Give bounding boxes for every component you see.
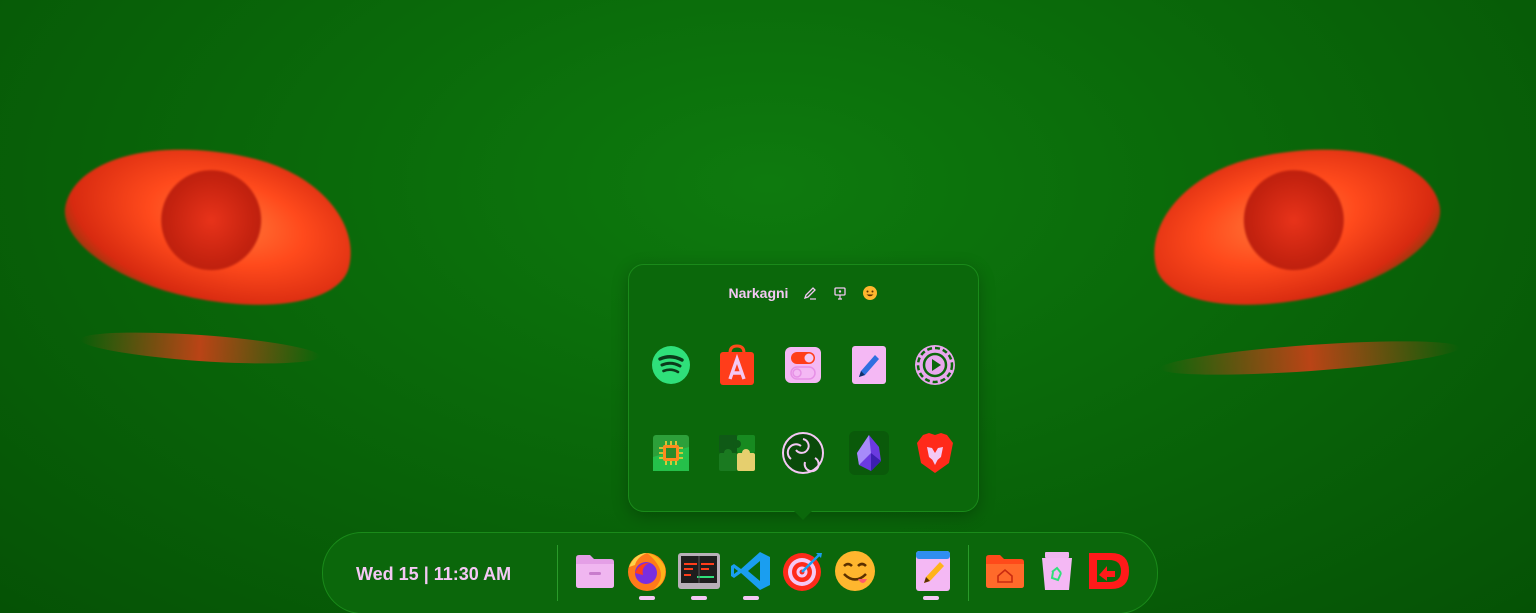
emoji-picker-icon[interactable]: [833, 549, 877, 593]
app-store-icon[interactable]: [715, 343, 759, 387]
puzzle-extensions-icon[interactable]: [715, 431, 759, 475]
media-settings-icon[interactable]: [913, 343, 957, 387]
dock: Wed 15 | 11:30 AM: [322, 532, 1158, 613]
files-icon[interactable]: [573, 549, 617, 593]
focus-target-icon[interactable]: [781, 549, 825, 593]
firefox-icon[interactable]: [625, 549, 669, 593]
wallpaper-streak: [1159, 334, 1461, 382]
app-launcher-popup: Narkagni: [628, 264, 979, 520]
dock-separator: [968, 545, 969, 601]
presentation-icon[interactable]: [832, 285, 848, 301]
edit-icon[interactable]: [802, 285, 818, 301]
toggle-settings-icon[interactable]: [781, 343, 825, 387]
cpu-monitor-icon[interactable]: [649, 431, 693, 475]
app-grid: [649, 343, 959, 475]
spotify-icon[interactable]: [649, 343, 693, 387]
running-indicator: [923, 596, 939, 600]
wallpaper-left-eye: [51, 117, 369, 333]
trash-icon[interactable]: [1035, 549, 1079, 593]
emoji-icon[interactable]: [862, 285, 878, 301]
brave-browser-icon[interactable]: [913, 431, 957, 475]
home-folder-icon[interactable]: [983, 549, 1027, 593]
running-indicator: [743, 596, 759, 600]
wallpaper-right-eye: [1136, 117, 1454, 333]
dock-separator: [557, 545, 558, 601]
wallpaper-streak: [79, 326, 321, 370]
running-indicator: [639, 596, 655, 600]
redirect-app-icon[interactable]: [1087, 549, 1131, 593]
obs-icon[interactable]: [781, 431, 825, 475]
obsidian-icon[interactable]: [847, 431, 891, 475]
notes-icon[interactable]: [911, 549, 955, 593]
running-indicator: [691, 596, 707, 600]
user-name: Narkagni: [728, 285, 789, 301]
system-monitor-icon[interactable]: [677, 549, 721, 593]
vscode-icon[interactable]: [729, 549, 773, 593]
text-editor-icon[interactable]: [847, 343, 891, 387]
popup-header: Narkagni: [629, 285, 978, 301]
dock-clock[interactable]: Wed 15 | 11:30 AM: [356, 564, 511, 585]
